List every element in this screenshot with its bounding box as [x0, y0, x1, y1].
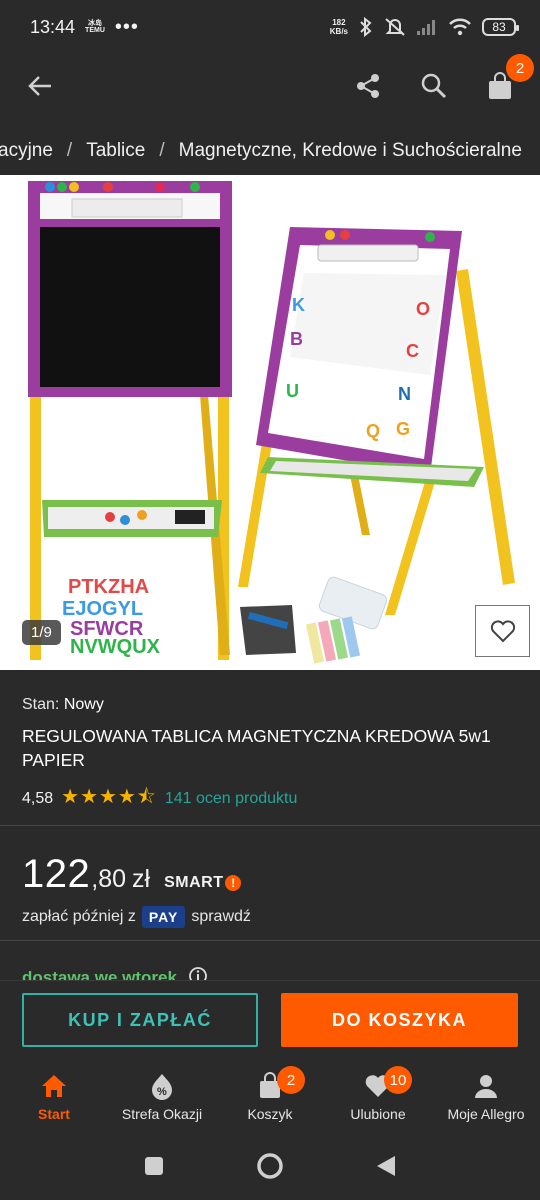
bottom-navigation: Start % Strefa Okazji 2 Koszyk 10 Ulubio…	[0, 1060, 540, 1136]
nav-item-start[interactable]: Start	[0, 1060, 108, 1136]
svg-text:NVWQUX: NVWQUX	[70, 636, 161, 658]
svg-text:PTKZHA: PTKZHA	[68, 576, 149, 598]
svg-text:%: %	[157, 1086, 167, 1098]
add-to-favorites-button[interactable]	[475, 605, 530, 657]
circle-icon	[257, 1152, 283, 1179]
svg-text:EJOGYL: EJOGYL	[62, 598, 143, 620]
product-image-gallery[interactable]: PTKZHA EJOGYL SFWCR NVWQUX K B U O C N Q…	[0, 175, 540, 670]
nav-item-cart[interactable]: 2 Koszyk	[216, 1060, 324, 1136]
system-navigation-bar	[0, 1136, 540, 1200]
breadcrumb-item[interactable]: acyjne	[0, 140, 53, 162]
bluetooth-icon	[360, 17, 372, 37]
cart-nav-badge: 2	[277, 1066, 305, 1094]
buy-now-button[interactable]: KUP I ZAPŁAĆ	[22, 993, 258, 1047]
smart-badge[interactable]: SMART !	[164, 874, 242, 892]
price-main: 122	[22, 852, 91, 896]
svg-text:U: U	[286, 381, 299, 401]
nav-item-deals[interactable]: % Strefa Okazji	[108, 1060, 216, 1136]
svg-text:Q: Q	[366, 421, 380, 441]
breadcrumb-separator: /	[66, 140, 73, 161]
back-system-button[interactable]	[375, 1154, 397, 1183]
nav-item-favorites[interactable]: 10 Ulubione	[324, 1060, 432, 1136]
rating-stars-icon: ★★★★⯪	[61, 786, 157, 808]
share-button[interactable]	[348, 66, 388, 106]
triangle-back-icon	[377, 1155, 395, 1176]
breadcrumb-item[interactable]: Magnetyczne, Kredowe i Suchościeralne	[179, 140, 522, 162]
user-icon	[475, 1075, 497, 1098]
svg-text:N: N	[398, 384, 411, 404]
cart-count-badge: 2	[506, 54, 534, 82]
more-notifications-icon: •••	[114, 15, 139, 38]
network-speed: 182 KB/s	[329, 18, 348, 36]
signal-icon	[417, 20, 435, 35]
app-notification-icon: 冰岛 TEMU	[85, 20, 105, 34]
svg-text:B: B	[290, 329, 303, 349]
nav-item-my-allegro[interactable]: Moje Allegro	[432, 1060, 540, 1136]
home-system-button[interactable]	[255, 1151, 285, 1186]
breadcrumb-item[interactable]: Tablice	[86, 140, 145, 162]
deals-icon: %	[152, 1074, 172, 1100]
product-rating[interactable]: 4,58 ★★★★⯪ 141 ocen produktu	[22, 782, 297, 816]
divider	[0, 825, 540, 826]
smart-info-icon: !	[225, 875, 242, 891]
image-counter: 1/9	[22, 620, 61, 645]
svg-text:C: C	[406, 341, 419, 361]
cart-button[interactable]: 2	[480, 54, 534, 106]
divider	[0, 940, 540, 941]
wifi-icon	[449, 18, 471, 36]
price-decimal: ,80	[91, 865, 127, 893]
purchase-bar: KUP I ZAPŁAĆ DO KOSZYKA	[0, 980, 540, 1060]
product-image: PTKZHA EJOGYL SFWCR NVWQUX K B U O C N Q…	[28, 181, 515, 664]
pay-badge: PAY	[141, 906, 186, 928]
reviews-link[interactable]: 141 ocen produktu	[165, 790, 298, 808]
recent-apps-button[interactable]	[143, 1155, 165, 1182]
top-app-bar: 2	[0, 54, 540, 118]
share-icon	[357, 74, 379, 98]
arrow-left-icon	[28, 76, 51, 96]
add-to-cart-button[interactable]: DO KOSZYKA	[281, 993, 518, 1047]
svg-text:K: K	[292, 295, 305, 315]
square-icon	[145, 1156, 163, 1175]
product-title: REGULOWANA TABLICA MAGNETYCZNA KREDOWA 5…	[22, 726, 491, 770]
svg-text:O: O	[416, 299, 430, 319]
home-icon	[42, 1075, 66, 1097]
battery-icon: 83	[482, 18, 519, 36]
breadcrumb: acyjne / Tablice / Magnetyczne, Kredowe …	[0, 128, 540, 174]
heart-outline-icon	[490, 620, 515, 643]
rating-value: 4,58	[22, 790, 54, 807]
mute-icon	[385, 18, 405, 36]
status-bar: 13:44 冰岛 TEMU ••• 182 KB/s 83	[0, 0, 540, 54]
search-button[interactable]	[414, 66, 454, 106]
condition: Stan: Nowy	[22, 696, 104, 713]
product-price: 122 ,80 zł SMART !	[22, 852, 242, 897]
svg-text:G: G	[396, 419, 410, 439]
favorites-nav-badge: 10	[384, 1066, 412, 1094]
product-details: Stan: Nowy REGULOWANA TABLICA MAGNETYCZN…	[0, 670, 540, 987]
search-icon	[421, 73, 447, 99]
breadcrumb-separator: /	[159, 140, 165, 161]
price-currency: zł	[132, 865, 151, 893]
back-button[interactable]	[20, 66, 60, 106]
pay-later[interactable]: zapłać później z PAY sprawdź	[22, 906, 251, 928]
status-time: 13:44	[30, 16, 76, 37]
